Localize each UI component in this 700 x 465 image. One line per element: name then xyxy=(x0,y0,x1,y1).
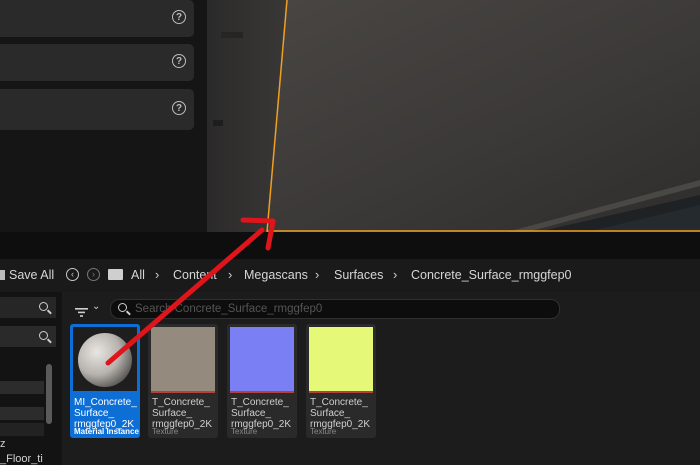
annotation-arrow xyxy=(105,217,276,366)
